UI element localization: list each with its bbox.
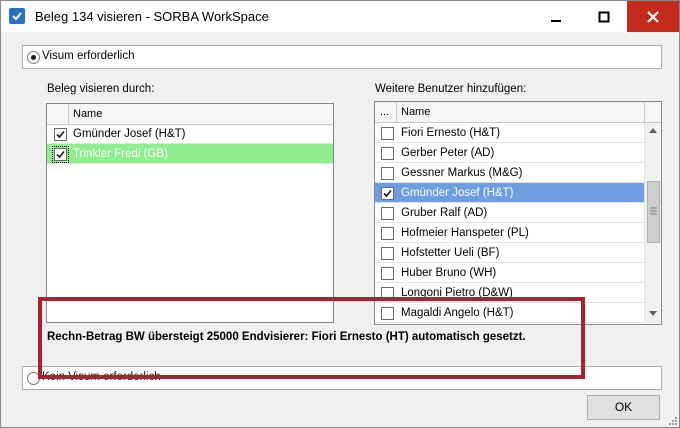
- benutzer-row[interactable]: Hofmeier Hanspeter (PL): [375, 223, 644, 243]
- resize-grip-icon[interactable]: [667, 415, 677, 425]
- left-panel-heading: Beleg visieren durch:: [47, 83, 155, 95]
- benutzer-row-name: Gmünder Josef (H&T): [401, 187, 514, 199]
- benutzer-scrollbar[interactable]: [644, 123, 661, 323]
- benutzer-row[interactable]: Hofstetter Ueli (BF): [375, 243, 644, 263]
- visum-required-group: Visum erforderlich: [22, 45, 662, 69]
- visier-grid-header: Name: [47, 104, 333, 125]
- minimize-icon: [551, 19, 561, 22]
- benutzer-row[interactable]: Gruber Ralf (AD): [375, 203, 644, 223]
- benutzer-row-checkbox[interactable]: [381, 267, 394, 280]
- visier-row-0[interactable]: Gmünder Josef (H&T): [47, 124, 333, 144]
- benutzer-row[interactable]: Gessner Markus (M&G): [375, 163, 644, 183]
- visier-row-name: Gmünder Josef (H&T): [73, 128, 186, 140]
- benutzer-grid-header: ... Name: [375, 102, 661, 123]
- auto-set-message: Rechn-Betrag BW übersteigt 25000 Endvisi…: [47, 331, 526, 343]
- window-title: Beleg 134 visieren - SORBA WorkSpace: [35, 9, 269, 24]
- minimize-button[interactable]: [533, 1, 579, 32]
- benutzer-row-name: Gessner Markus (M&G): [401, 167, 523, 179]
- benutzer-row[interactable]: Fiori Ernesto (H&T): [375, 123, 644, 143]
- right-panel-heading: Weitere Benutzer hinzufügen:: [375, 83, 527, 95]
- maximize-icon: [598, 11, 610, 22]
- benutzer-scroll-thumb[interactable]: [647, 181, 660, 243]
- title-bar[interactable]: Beleg 134 visieren - SORBA WorkSpace: [1, 1, 679, 32]
- benutzer-row-checkbox[interactable]: [381, 147, 394, 160]
- benutzer-row[interactable]: Huber Bruno (WH): [375, 263, 644, 283]
- benutzer-row-name: Gruber Ralf (AD): [401, 207, 488, 219]
- benutzer-row-name: Fiori Ernesto (H&T): [401, 127, 501, 139]
- visum-required-radio[interactable]: [27, 51, 40, 64]
- ok-button[interactable]: OK: [587, 395, 660, 420]
- visier-row-1[interactable]: Trinkler Fredi (GB): [47, 144, 333, 164]
- benutzer-grid-name-column[interactable]: Name: [397, 102, 645, 122]
- benutzer-row-checkbox[interactable]: [381, 167, 394, 180]
- scroll-down-icon[interactable]: [649, 311, 657, 317]
- benutzer-row-selected[interactable]: Gmünder Josef (H&T): [375, 183, 644, 203]
- dialog-window: Beleg 134 visieren - SORBA WorkSpace Vis…: [0, 0, 680, 428]
- scroll-grip-icon: [650, 207, 657, 215]
- benutzer-row-name: Huber Bruno (WH): [401, 267, 497, 279]
- benutzer-row-checkbox[interactable]: [381, 207, 394, 220]
- benutzer-row-name: Hofmeier Hanspeter (PL): [401, 227, 529, 239]
- benutzer-grid: ... Name Fiori Ernesto (H&T) Gerber Pete…: [374, 101, 662, 325]
- benutzer-row-name: Hofstetter Ueli (BF): [401, 247, 500, 259]
- visier-grid: Name Gmünder Josef (H&T) Trinkler Fredi …: [46, 103, 334, 323]
- visier-grid-check-column: [47, 104, 69, 124]
- benutzer-row-checkbox[interactable]: [381, 127, 394, 140]
- benutzer-row[interactable]: Gerber Peter (AD): [375, 143, 644, 163]
- close-icon: [647, 10, 659, 23]
- visier-row-checkbox[interactable]: [54, 128, 67, 141]
- visier-row-name: Trinkler Fredi (GB): [73, 148, 168, 160]
- benutzer-row-checkbox[interactable]: [381, 187, 394, 200]
- benutzer-row-checkbox[interactable]: [381, 227, 394, 240]
- visum-required-label[interactable]: Visum erforderlich: [42, 50, 134, 62]
- scroll-up-icon[interactable]: [649, 127, 657, 133]
- benutzer-row-checkbox[interactable]: [381, 247, 394, 260]
- visier-row-checkbox[interactable]: [52, 146, 69, 163]
- close-button[interactable]: [627, 1, 679, 32]
- visier-grid-name-column[interactable]: Name: [69, 104, 333, 124]
- benutzer-row-name: Gerber Peter (AD): [401, 147, 495, 159]
- maximize-button[interactable]: [581, 1, 627, 32]
- benutzer-grid-dots-column[interactable]: ...: [375, 102, 397, 122]
- app-check-icon: [9, 8, 25, 24]
